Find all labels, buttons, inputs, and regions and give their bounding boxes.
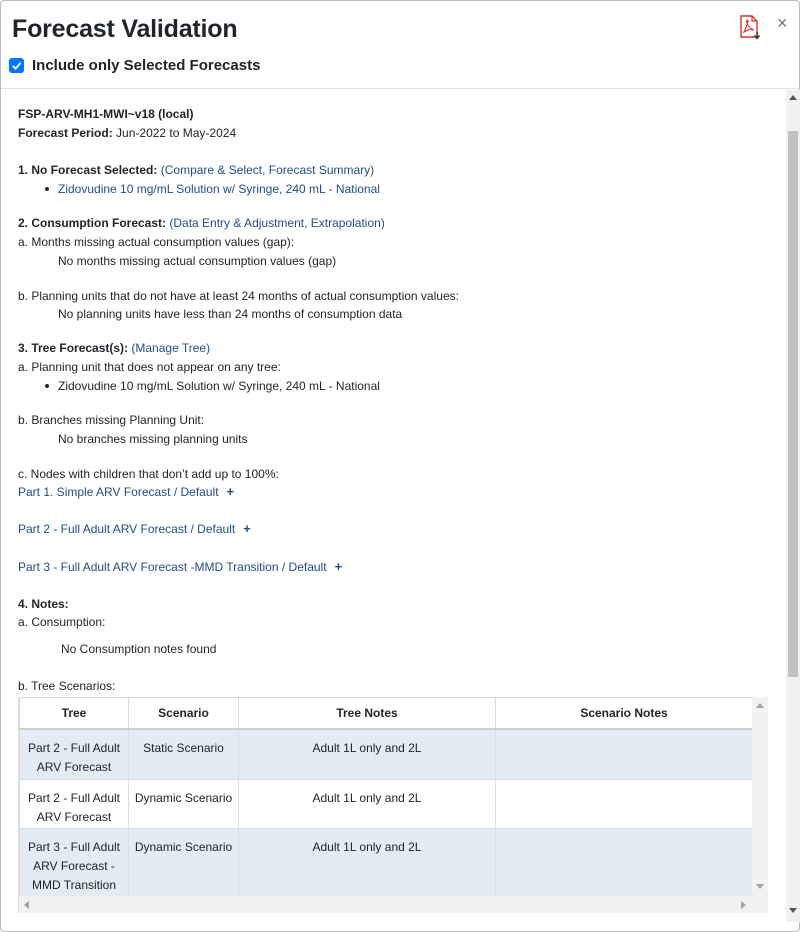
table-row[interactable]: Part 2 - Full Adult ARV Forecast Static S… [19, 728, 753, 780]
table-vertical-scrollbar[interactable] [752, 697, 768, 896]
bullet-icon [45, 187, 49, 191]
cell-tree: Part 3 - Full Adult ARV Forecast - MMD Tra… [19, 828, 129, 899]
section-no-forecast: 1. No Forecast Selected: (Compare & Sele… [18, 162, 374, 178]
link-compare-select[interactable]: Compare & Select [165, 163, 262, 177]
scroll-down-arrow-icon[interactable] [756, 884, 764, 889]
cell-scenario: Dynamic Scenario [128, 779, 239, 829]
paren-close: ) [370, 163, 375, 177]
tree-link-part3[interactable]: Part 3 - Full Adult ARV Forecast -MMD Tr… [18, 560, 327, 574]
expand-plus-icon[interactable]: + [243, 521, 251, 536]
pdf-export-icon[interactable] [738, 15, 762, 41]
table-horizontal-scrollbar[interactable] [19, 896, 768, 913]
cell-tree: Part 2 - Full Adult ARV Forecast [19, 728, 129, 780]
bullet-icon [45, 384, 49, 388]
section-heading: 2. Consumption Forecast: [18, 216, 167, 230]
cell-tree-line: ARV Forecast - [33, 859, 115, 873]
include-selected-checkbox[interactable] [9, 58, 24, 73]
cell-tree-line: Part 2 - Full Adult [27, 740, 121, 755]
tree-missing-pu-label: a. Planning unit that does not appear on… [18, 360, 281, 374]
cell-tree-notes: Adult 1L only and 2L [238, 728, 496, 780]
forecast-period: Forecast Period: Jun-2022 to May-2024 [18, 125, 236, 141]
cell-scenario-notes [495, 728, 753, 780]
consumption-notes-value: No Consumption notes found [61, 642, 217, 656]
section-notes-heading: 4. Notes: [18, 597, 69, 611]
cell-scenario-notes [495, 828, 753, 899]
cell-scenario: Dynamic Scenario [128, 828, 239, 899]
scroll-left-arrow-icon[interactable] [24, 901, 29, 909]
scroll-up-arrow-icon[interactable] [756, 703, 764, 708]
branches-missing-label: b. Branches missing Planning Unit: [18, 413, 205, 427]
scroll-right-arrow-icon[interactable] [741, 901, 746, 909]
cell-tree: Part 2 - Full Adult ARV Forecast [19, 779, 129, 829]
link-manage-tree[interactable]: Manage Tree [135, 341, 206, 355]
table-row[interactable]: Part 3 - Full Adult ARV Forecast - MMD Tra… [19, 828, 753, 899]
tree-row-part3: Part 3 - Full Adult ARV Forecast -MMD Tr… [18, 559, 342, 575]
cell-tree-line: MMD Transition [31, 878, 117, 892]
program-name: FSP-ARV-MH1-MWI~v18 (local) [18, 107, 194, 121]
scrollbar-thumb[interactable] [788, 131, 798, 677]
section-consumption: 2. Consumption Forecast: (Data Entry & A… [18, 215, 385, 231]
consumption-gap-label: a. Months missing actual consumption val… [18, 235, 295, 249]
column-header-tree-notes[interactable]: Tree Notes [238, 697, 496, 730]
section-heading: 1. No Forecast Selected: [18, 163, 158, 177]
column-header-tree[interactable]: Tree [19, 697, 129, 730]
tree-row-part1: Part 1. Simple ARV Forecast / Default + [18, 484, 234, 500]
modal-header: Forecast Validation × Include only Selec… [1, 1, 799, 89]
list-item[interactable]: Zidovudine 10 mg/mL Solution w/ Syringe,… [58, 181, 380, 197]
include-selected-row: Include only Selected Forecasts [9, 57, 260, 74]
consumption-gap-value: No months missing actual consumption val… [58, 254, 337, 268]
tree-scenarios-table: Tree Scenario Tree Notes Scenario Notes … [19, 697, 753, 899]
tree-link-part1[interactable]: Part 1. Simple ARV Forecast / Default [18, 485, 219, 499]
expand-plus-icon[interactable]: + [335, 559, 343, 574]
consumption-months-label: b. Planning units that do not have at le… [18, 289, 459, 303]
column-header-scenario-notes[interactable]: Scenario Notes [495, 697, 753, 730]
expand-plus-icon[interactable]: + [227, 484, 235, 499]
list-item: Zidovudine 10 mg/mL Solution w/ Syringe,… [58, 379, 380, 393]
validation-content: FSP-ARV-MH1-MWI~v18 (local) Forecast Per… [1, 90, 786, 932]
link-forecast-summary[interactable]: Forecast Summary [269, 163, 370, 177]
tree-scenarios-table-container: Tree Scenario Tree Notes Scenario Notes … [18, 697, 768, 913]
link-data-entry-adjustment[interactable]: Data Entry & Adjustment [173, 216, 304, 230]
cell-tree-line: ARV Forecast [36, 759, 112, 774]
tree-link-part2[interactable]: Part 2 - Full Adult ARV Forecast / Defau… [18, 522, 235, 536]
consumption-notes-label: a. Consumption: [18, 615, 106, 629]
cell-tree-line: ARV Forecast [36, 810, 112, 824]
cell-tree-line: Part 3 - Full Adult [27, 840, 121, 854]
modal-title: Forecast Validation [12, 15, 238, 43]
content-vertical-scrollbar[interactable] [786, 90, 800, 922]
link-extrapolation[interactable]: Extrapolation [311, 216, 381, 230]
paren-close: ) [380, 216, 385, 230]
cell-scenario-notes [495, 779, 753, 829]
checkmark-icon [12, 62, 22, 71]
cell-tree-line: Part 2 - Full Adult [27, 791, 121, 805]
section-heading: 3. Tree Forecast(s): [18, 341, 129, 355]
link-separator: , [262, 163, 269, 177]
section-tree-forecast: 3. Tree Forecast(s): (Manage Tree) [18, 340, 210, 356]
scroll-down-arrow-icon[interactable] [789, 908, 797, 913]
tree-row-part2: Part 2 - Full Adult ARV Forecast / Defau… [18, 521, 251, 537]
cell-tree-notes: Adult 1L only and 2L [238, 828, 496, 899]
nodes-not-100-label: c. Nodes with children that don’t add up… [18, 467, 279, 481]
scroll-up-arrow-icon[interactable] [789, 95, 797, 100]
consumption-months-value: No planning units have less than 24 mont… [58, 307, 403, 321]
forecast-period-label: Forecast Period: [18, 126, 113, 140]
table-header-row: Tree Scenario Tree Notes Scenario Notes [19, 697, 753, 730]
cell-scenario: Static Scenario [128, 728, 239, 780]
tree-scenarios-label: b. Tree Scenarios: [18, 679, 116, 693]
link-separator: , [304, 216, 311, 230]
forecast-period-value: Jun-2022 to May-2024 [116, 126, 237, 140]
paren-close: ) [206, 341, 211, 355]
close-icon[interactable]: × [777, 13, 788, 33]
forecast-validation-modal: Forecast Validation × Include only Selec… [0, 0, 800, 932]
cell-tree-notes: Adult 1L only and 2L [238, 779, 496, 829]
branches-missing-value: No branches missing planning units [58, 432, 248, 446]
column-header-scenario[interactable]: Scenario [128, 697, 239, 730]
include-selected-label[interactable]: Include only Selected Forecasts [32, 57, 260, 74]
table-row[interactable]: Part 2 - Full Adult ARV Forecast Dynamic … [19, 779, 753, 829]
